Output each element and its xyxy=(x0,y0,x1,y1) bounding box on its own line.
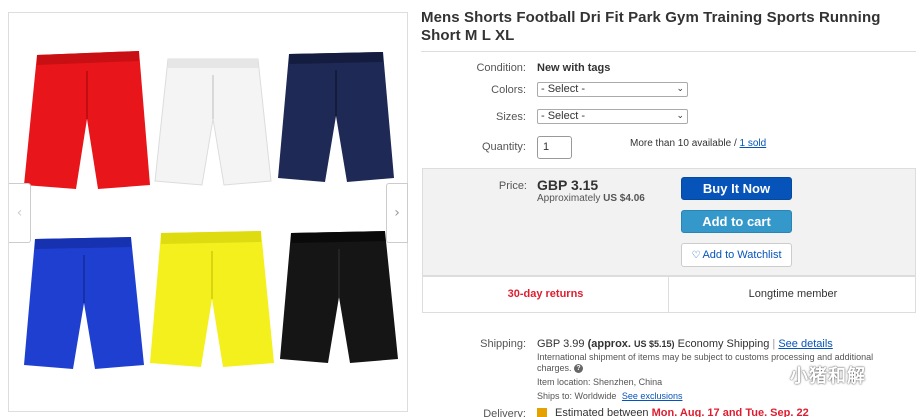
quantity-input[interactable]: 1 xyxy=(537,136,572,159)
shipping-approx: (approx. xyxy=(587,338,631,350)
approx-price: Approximately US $4.06 xyxy=(537,193,645,204)
ships-to-value: Worldwide xyxy=(574,391,617,401)
price-value: GBP 3.15 xyxy=(537,177,599,193)
watermark-text: 小猪和解 xyxy=(790,366,866,386)
availability-text: More than 10 available / xyxy=(630,138,737,149)
see-exclusions-link[interactable]: See exclusions xyxy=(622,391,683,401)
shipping-cost: GBP 3.99 xyxy=(537,338,585,350)
sizes-select[interactable]: - Select - ⌄ xyxy=(537,109,688,124)
shipping-approx-value: US $5.15) xyxy=(634,339,675,349)
availability-info: More than 10 available / 1 sold xyxy=(630,138,766,149)
colors-select[interactable]: - Select - ⌄ xyxy=(537,82,688,97)
shipping-separator: | xyxy=(772,338,776,350)
chevron-down-icon: ⌄ xyxy=(676,111,684,121)
sizes-selected-value: - Select - xyxy=(541,110,586,122)
delivery-dates: Mon. Aug. 17 and Tue. Sep. 22 xyxy=(651,407,809,417)
sold-count-link[interactable]: 1 sold xyxy=(740,138,767,149)
heart-icon: ♡ xyxy=(691,250,701,261)
help-icon[interactable]: ? xyxy=(574,364,584,374)
see-details-link[interactable]: See details xyxy=(778,338,832,350)
white-shorts-image[interactable] xyxy=(154,55,272,187)
watchlist-label: Add to Watchlist xyxy=(702,249,782,261)
quantity-label: Quantity: xyxy=(481,141,526,153)
seller-member-status: Longtime member xyxy=(748,288,838,300)
price-box: Price: GBP 3.15 Approximately US $4.06 B… xyxy=(422,168,916,276)
colors-selected-value: - Select - xyxy=(541,83,586,95)
navy-shorts-image[interactable] xyxy=(277,50,395,184)
delivery-text: Estimated between xyxy=(555,407,649,417)
shipping-method: Economy Shipping xyxy=(677,338,770,350)
wechat-watermark: 小猪和解 xyxy=(754,362,866,388)
item-location-value: Shenzhen, China xyxy=(593,377,663,387)
approx-value: US $4.06 xyxy=(603,193,645,204)
gallery-prev-button[interactable]: ‹ xyxy=(9,183,31,243)
black-shorts-image[interactable] xyxy=(279,229,399,365)
red-shorts-image[interactable] xyxy=(23,49,151,191)
gallery-next-button[interactable]: › xyxy=(386,183,408,243)
price-label: Price: xyxy=(498,180,527,192)
condition-label: Condition: xyxy=(476,62,526,74)
returns-bar: 30-day returns Longtime member xyxy=(422,276,916,313)
shipping-label: Shipping: xyxy=(480,338,526,350)
delivery-label: Delivery: xyxy=(483,408,526,417)
ships-to-label: Ships to: xyxy=(537,391,573,401)
approx-prefix: Approximately xyxy=(537,193,601,204)
title-divider xyxy=(421,51,916,52)
item-location: Item location: Shenzhen, China xyxy=(537,377,662,387)
product-title: Mens Shorts Football Dri Fit Park Gym Tr… xyxy=(421,9,881,44)
returns-policy: 30-day returns xyxy=(423,277,669,312)
chevron-right-icon: › xyxy=(394,205,400,221)
delivery-estimate: Estimated between Mon. Aug. 17 and Tue. … xyxy=(537,407,809,417)
chevron-down-icon: ⌄ xyxy=(676,84,684,94)
wechat-icon xyxy=(754,363,783,386)
delivery-icon xyxy=(537,408,547,417)
colors-label: Colors: xyxy=(491,84,526,96)
buy-it-now-button[interactable]: Buy It Now xyxy=(681,177,792,200)
chevron-left-icon: ‹ xyxy=(16,205,23,221)
add-to-cart-button[interactable]: Add to cart xyxy=(681,210,792,233)
ships-to: Ships to: Worldwide See exclusions xyxy=(537,391,682,401)
yellow-shorts-image[interactable] xyxy=(149,229,275,369)
shipping-line: GBP 3.99 (approx. US $5.15) Economy Ship… xyxy=(537,338,833,350)
item-location-label: Item location: xyxy=(537,377,591,387)
sizes-label: Sizes: xyxy=(496,111,526,123)
product-image-gallery[interactable]: ‹ › xyxy=(8,12,408,412)
blue-shorts-image[interactable] xyxy=(23,235,145,371)
condition-value: New with tags xyxy=(537,62,611,74)
add-to-watchlist-button[interactable]: ♡ Add to Watchlist xyxy=(681,243,792,267)
